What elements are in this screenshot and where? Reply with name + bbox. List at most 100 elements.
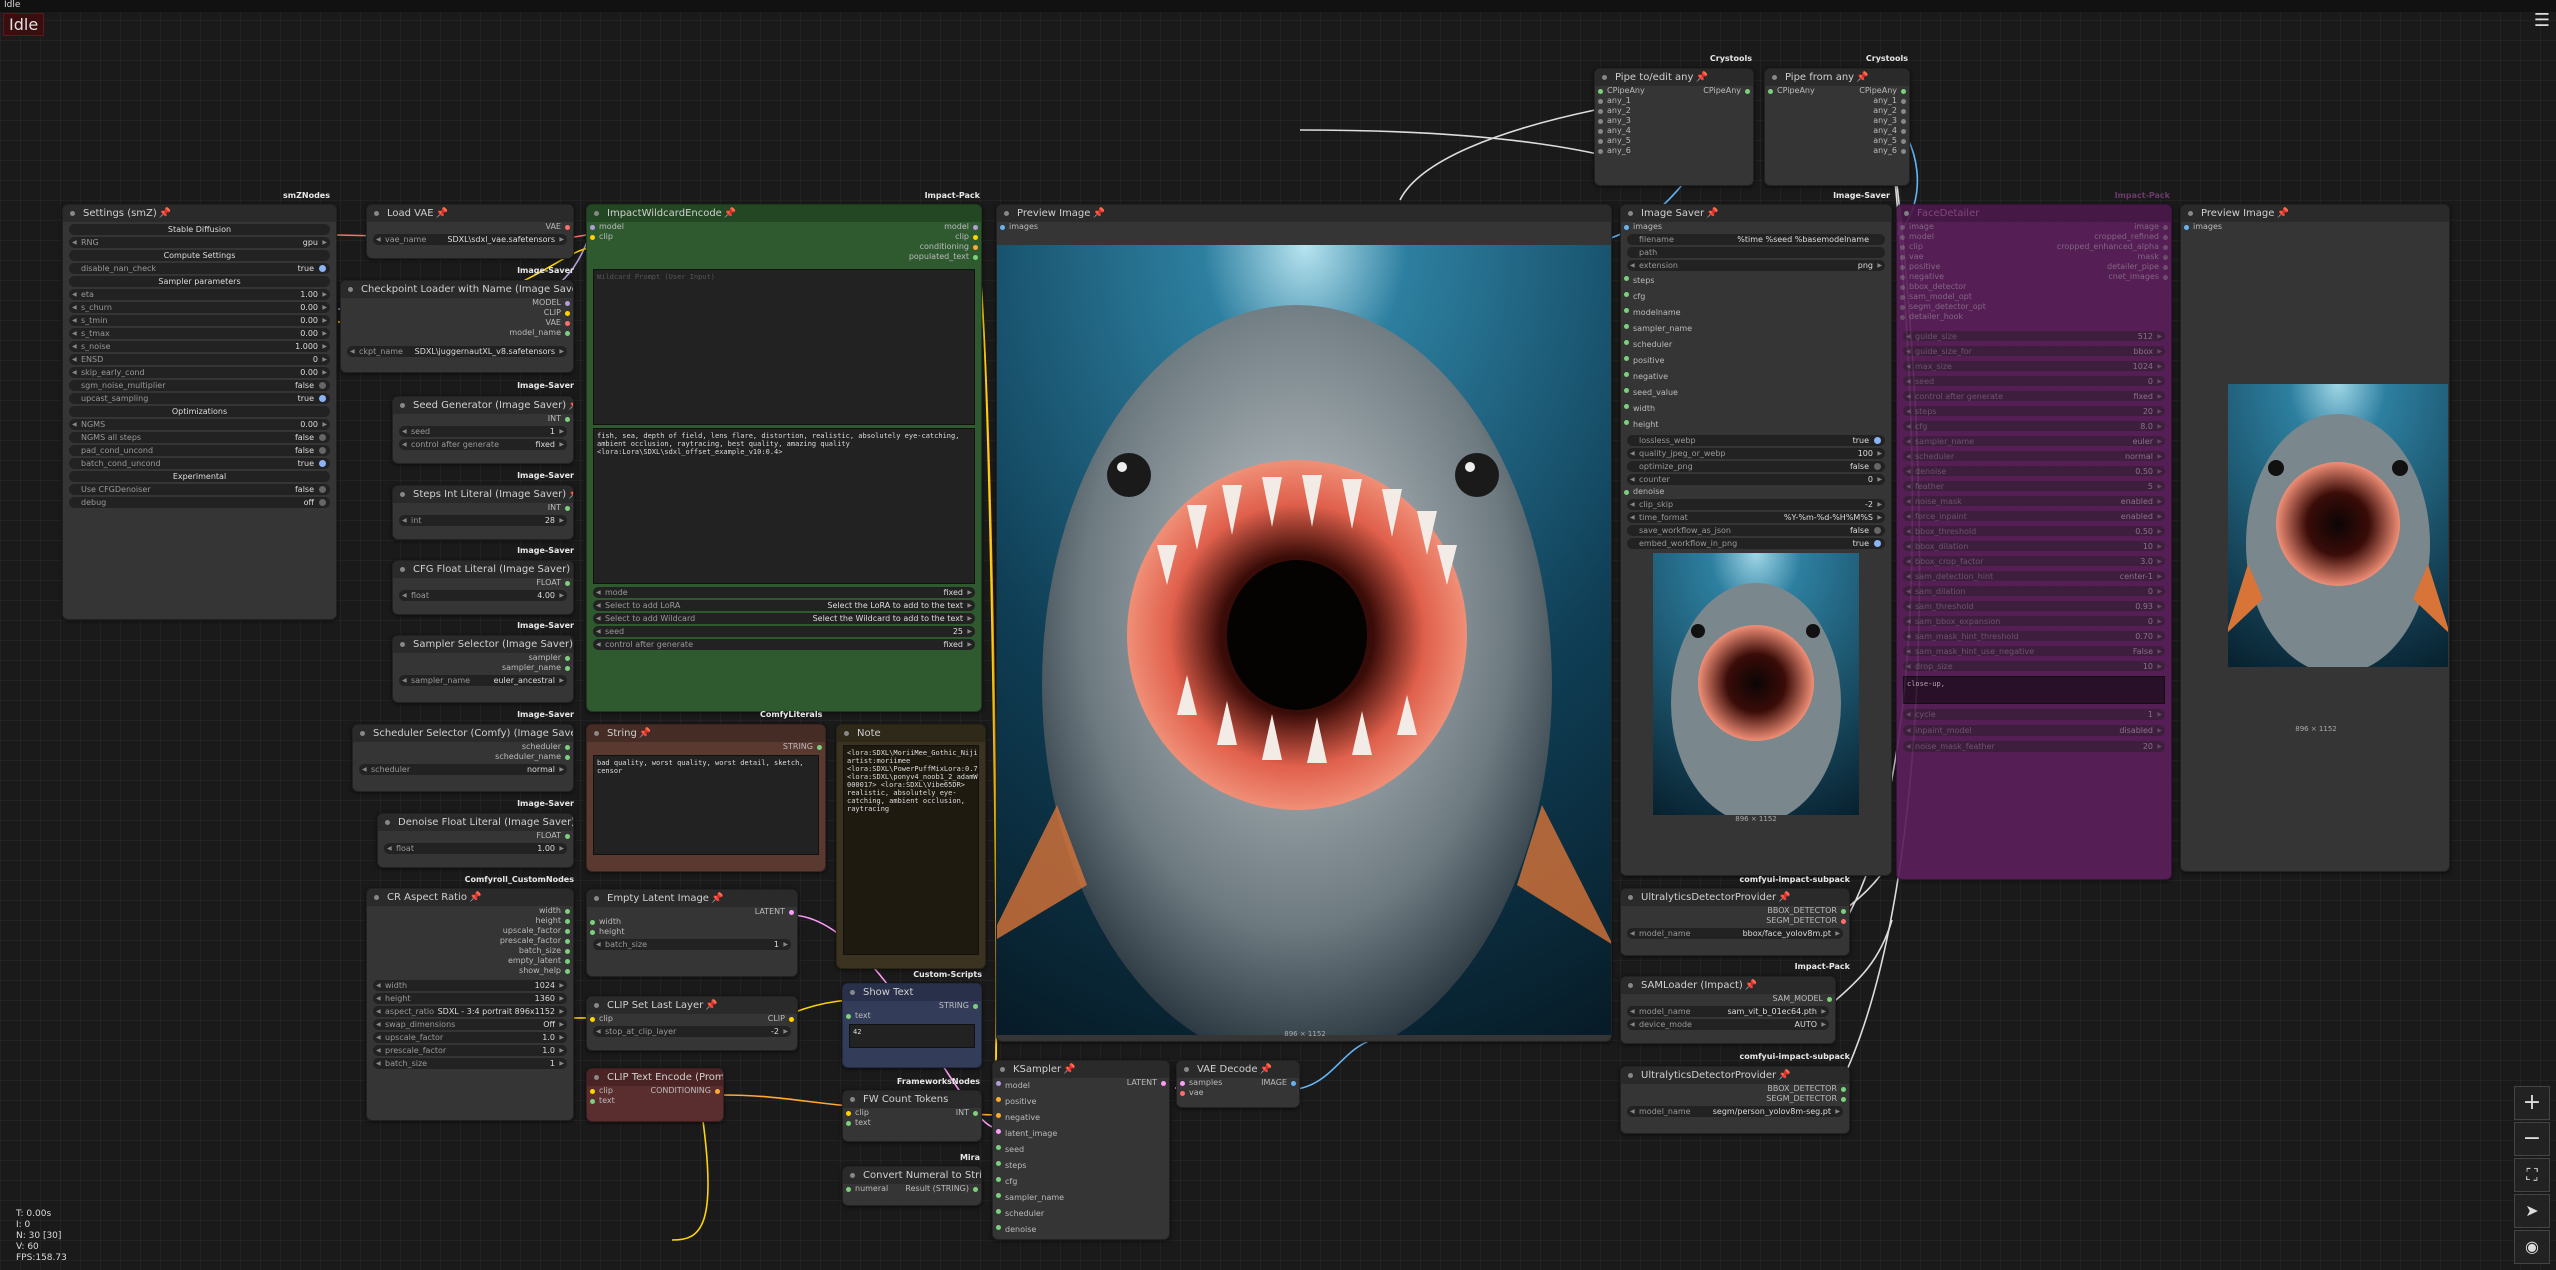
ksampler-node[interactable]: KSampler 📌 LATENT model positive negative la… xyxy=(992,1060,1170,1240)
populated-text-textarea[interactable]: fish, sea, depth of field, lens flare, d… xyxy=(593,428,975,584)
facedetailer-output[interactable]: cropped_enhanced_alpha xyxy=(2021,242,2171,252)
ckpt-model-output[interactable]: MODEL xyxy=(341,298,573,308)
settings-widget[interactable]: skip_early_cond 0.00 xyxy=(69,367,330,378)
preview-image-2-node[interactable]: Preview Image 📌 images 896 × 1152 xyxy=(2180,204,2450,872)
settings-widget[interactable]: s_noise 1.000 xyxy=(69,341,330,352)
facedetailer-wildcard-textarea[interactable]: close-up, xyxy=(1903,676,2165,704)
settings-widget[interactable]: RNG gpu xyxy=(69,237,330,248)
sampler-name-select[interactable]: sampler_nameeuler_ancestral xyxy=(399,675,567,686)
saver-input[interactable]: cfg xyxy=(1621,289,1891,305)
wildcard-widget[interactable]: Select to add Wildcard Select the Wildcar… xyxy=(593,613,975,624)
settings-widget[interactable]: Stable Diffusion xyxy=(69,224,330,235)
wildcard-clip-input[interactable]: clip xyxy=(587,232,707,242)
saver-widget[interactable]: save_workflow_as_json false xyxy=(1627,525,1885,536)
facedetailer-widget[interactable]: bbox_threshold 0.50 xyxy=(1903,526,2165,536)
pipe-edit-any-node[interactable]: Pipe to/edit any 📌 CPipeAny CPipeAny any_… xyxy=(1594,68,1754,186)
clip-set-last-layer-node[interactable]: CLIP Set Last Layer📌 clip CLIP stop_at_c… xyxy=(586,996,798,1051)
pipeedit-output[interactable]: CPipeAny xyxy=(1673,86,1753,96)
aspect-output[interactable]: width xyxy=(367,906,573,916)
facedetailer-input[interactable]: clip xyxy=(1897,242,2027,252)
settings-widget[interactable]: Use CFGDenoiser false xyxy=(69,484,330,495)
ksampler-input[interactable]: latent_image xyxy=(993,1126,1169,1142)
settings-widget[interactable]: debug off xyxy=(69,497,330,508)
wildcard-conditioning-output[interactable]: conditioning xyxy=(841,242,981,252)
facedetailer-input[interactable]: model xyxy=(1897,232,2027,242)
facedetailer-input[interactable]: sam_model_opt xyxy=(1897,292,2027,302)
toggle-icon[interactable] xyxy=(1874,437,1881,444)
settings-widget[interactable]: sgm_noise_multiplier false xyxy=(69,380,330,391)
facedetailer-widget[interactable]: bbox_crop_factor 3.0 xyxy=(1903,556,2165,566)
convert-input[interactable]: numeral xyxy=(843,1184,903,1194)
settings-widget[interactable]: s_tmin 0.00 xyxy=(69,315,330,326)
pipefrom-any-output[interactable]: any_6 xyxy=(1765,146,1909,156)
sampler-output[interactable]: sampler xyxy=(393,653,573,663)
facedetailer-input[interactable]: detailer_hook xyxy=(1897,312,2027,322)
clipenc-text-input[interactable]: text xyxy=(587,1096,647,1106)
settings-widget[interactable]: pad_cond_uncond false xyxy=(69,445,330,456)
ksampler-input[interactable]: cfg xyxy=(993,1174,1169,1190)
aspect-output[interactable]: prescale_factor xyxy=(367,936,573,946)
wildcard-widget[interactable]: mode fixed xyxy=(593,587,975,598)
vae-output[interactable]: VAE xyxy=(367,222,573,232)
note-textarea[interactable]: <lora:SDXL\MoriiMee_Gothic_Niji_Style_Il… xyxy=(843,745,979,955)
saver-input[interactable]: modelname xyxy=(1621,305,1891,321)
wildcard-input-textarea[interactable]: Wildcard Prompt (User Input) xyxy=(593,269,975,425)
showtext-output[interactable]: STRING xyxy=(843,1001,981,1011)
ultra2-bbox-output[interactable]: BBOX_DETECTOR xyxy=(1621,1084,1849,1094)
saver-text-widget[interactable]: path xyxy=(1627,247,1885,258)
zoom-out-icon[interactable]: − xyxy=(2514,1122,2550,1156)
checkpoint-loader-node[interactable]: Checkpoint Loader with Name (Image Saver… xyxy=(340,280,574,373)
pipefrom-output[interactable]: CPipeAny xyxy=(1839,86,1909,96)
sam-device-select[interactable]: device_modeAUTO xyxy=(1627,1019,1829,1030)
showtext-input[interactable]: text xyxy=(843,1011,981,1021)
wildcard-clip-output[interactable]: clip xyxy=(841,232,981,242)
aspect-widget[interactable]: prescale_factor 1.0 xyxy=(373,1045,567,1056)
settings-title[interactable]: Settings (smZ) 📌 xyxy=(63,205,336,222)
sampler-name-output[interactable]: sampler_name xyxy=(393,663,573,673)
toggle-icon[interactable] xyxy=(319,460,326,467)
facedetailer-widget[interactable]: sam_dilation 0 xyxy=(1903,586,2165,596)
saver-input[interactable]: seed_value xyxy=(1621,385,1891,401)
facedetailer-widget[interactable]: sam_mask_hint_threshold 0.70 xyxy=(1903,631,2165,641)
settings-widget[interactable]: ENSD 0 xyxy=(69,354,330,365)
wildcard-widget[interactable]: seed 25 xyxy=(593,626,975,637)
settings-widget[interactable]: NGMS 0.00 xyxy=(69,419,330,430)
settings-widget[interactable]: s_tmax 0.00 xyxy=(69,328,330,339)
facedetailer-widget[interactable]: feather 5 xyxy=(1903,481,2165,491)
saver-widget[interactable]: lossless_webp true xyxy=(1627,435,1885,446)
empty-latent-node[interactable]: Empty Latent Image 📌 LATENT width height … xyxy=(586,889,798,977)
preview-image-node[interactable]: Preview Image 📌 images 896 × 1152 xyxy=(996,204,1612,1042)
cfg-float-widget[interactable]: float4.00 xyxy=(399,590,567,601)
sam-loader-node[interactable]: SAMLoader (Impact)📌 SAM_MODEL model_name… xyxy=(1620,976,1836,1044)
seed-widget[interactable]: seed1 xyxy=(399,426,567,437)
pipefrom-any-output[interactable]: any_4 xyxy=(1765,126,1909,136)
saver-input[interactable]: positive xyxy=(1621,353,1891,369)
seed-control-widget[interactable]: control after generatefixed xyxy=(399,439,567,450)
settings-widget[interactable]: s_churn 0.00 xyxy=(69,302,330,313)
aspect-output[interactable]: height xyxy=(367,916,573,926)
clip-text-encode-node[interactable]: CLIP Text Encode (Prompt)📌 clip text CON… xyxy=(586,1068,724,1122)
string-literal-node[interactable]: String 📌 STRING bad quality, worst qualit… xyxy=(586,724,826,872)
toggle-icon[interactable] xyxy=(319,486,326,493)
latent-output[interactable]: LATENT xyxy=(587,907,797,917)
vaedecode-image-output[interactable]: IMAGE xyxy=(1249,1078,1299,1088)
toggle-icon[interactable] xyxy=(1874,527,1881,534)
ksampler-input[interactable]: positive xyxy=(993,1094,1169,1110)
pipefrom-any-output[interactable]: any_5 xyxy=(1765,136,1909,146)
convert-numeral-node[interactable]: Convert Numeral to String numeral Result… xyxy=(842,1166,982,1206)
seed-int-output[interactable]: INT xyxy=(393,414,573,424)
pipeedit-any-input[interactable]: any_2 xyxy=(1595,106,1753,116)
string-output[interactable]: STRING xyxy=(587,742,825,752)
saver-denoise-input[interactable]: denoise xyxy=(1621,487,1891,497)
saver-text-widget[interactable]: filename %time %seed %basemodelname xyxy=(1627,234,1885,245)
facedetailer-widget[interactable]: cfg 8.0 xyxy=(1903,421,2165,431)
pipeedit-any-input[interactable]: any_1 xyxy=(1595,96,1753,106)
clipskip-input[interactable]: clip xyxy=(587,1014,667,1024)
toggle-icon[interactable] xyxy=(1874,463,1881,470)
aspect-output[interactable]: empty_latent xyxy=(367,956,573,966)
facedetailer-widget[interactable]: noise_mask enabled xyxy=(1903,496,2165,506)
settings-widget[interactable]: Sampler parameters xyxy=(69,276,330,287)
facedetailer-widget[interactable]: drop_size 10 xyxy=(1903,661,2165,671)
show-text-node[interactable]: Show Text STRING text 42 xyxy=(842,983,982,1068)
facedetailer-input[interactable]: positive xyxy=(1897,262,2027,272)
